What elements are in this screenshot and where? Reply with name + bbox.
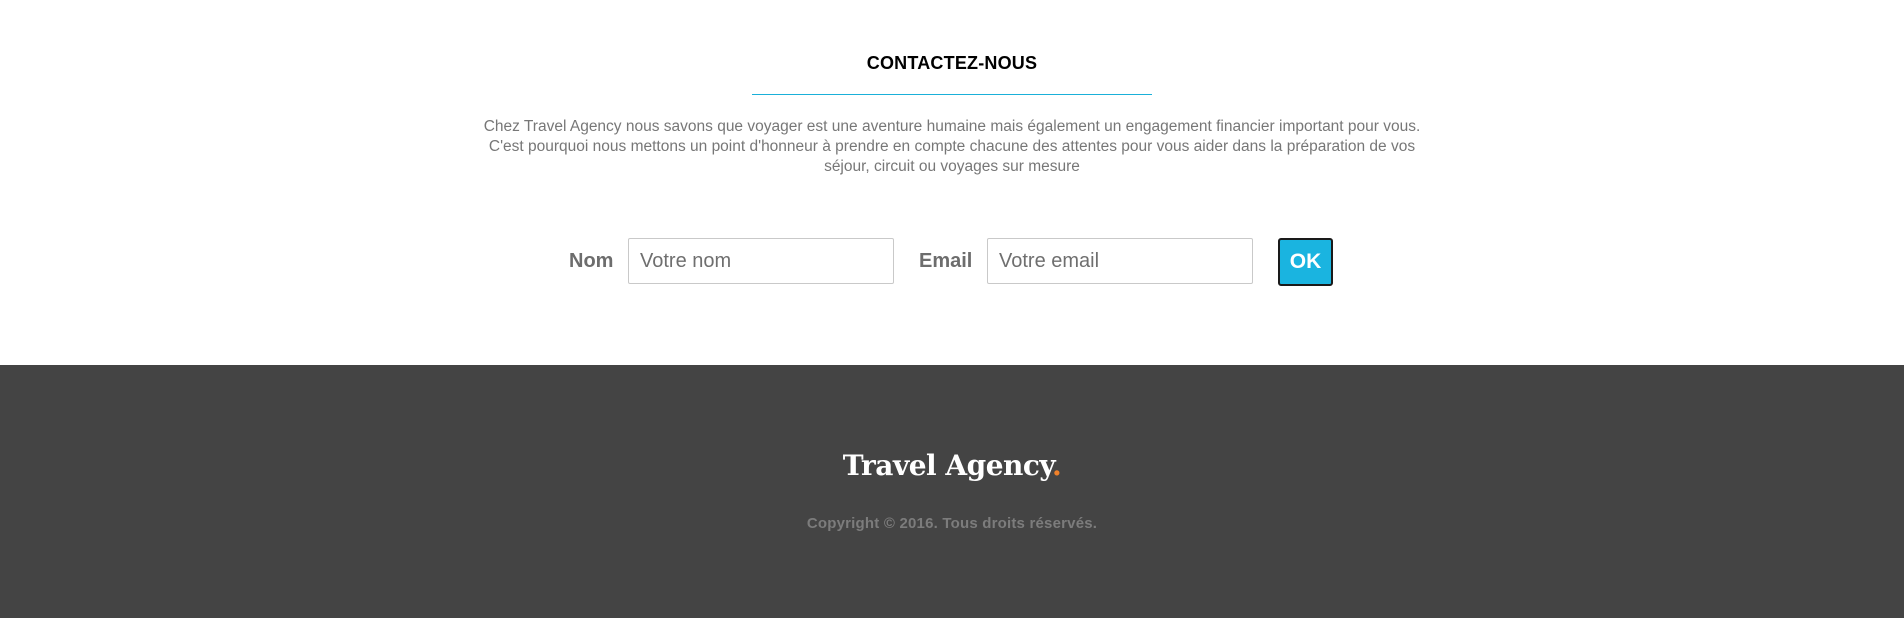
contact-section: CONTACTEZ-NOUS Chez Travel Agency nous s… [0,0,1904,365]
contact-title: CONTACTEZ-NOUS [866,53,1038,73]
ok-button[interactable]: OK [1278,238,1333,286]
name-label: Nom [569,250,614,272]
contact-description: Chez Travel Agency nous savons que voyag… [452,117,1452,177]
contact-form: Nom Email OK [0,238,1904,286]
description-line: séjour, circuit ou voyages sur mesure [824,158,1080,175]
description-line: C'est pourquoi nous mettons un point d'h… [488,138,1416,155]
logo-text: Travel Agency [842,449,1053,482]
copyright-text: Copyright © 2016. Tous droits réservés. [806,515,1098,532]
footer: Travel Agency. Copyright © 2016. Tous dr… [0,365,1904,618]
logo-dot: . [1052,449,1062,482]
title-underline [752,94,1152,95]
name-input[interactable] [628,238,894,284]
footer-logo[interactable]: Travel Agency. [0,449,1904,482]
page: CONTACTEZ-NOUS Chez Travel Agency nous s… [0,0,1904,618]
email-input[interactable] [987,238,1253,284]
description-line: Chez Travel Agency nous savons que voyag… [483,118,1421,135]
email-label: Email [919,250,973,272]
